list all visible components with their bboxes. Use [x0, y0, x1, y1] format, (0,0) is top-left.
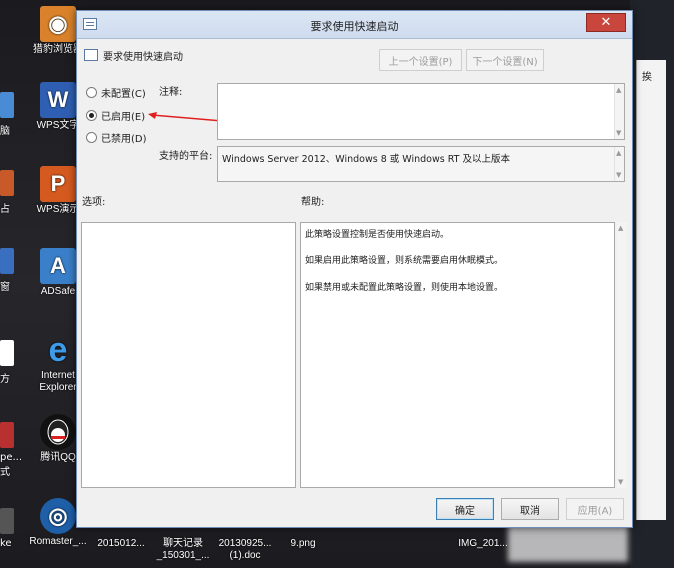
scroll-up-icon[interactable]: ▲	[616, 86, 621, 94]
desktop-file[interactable]: 2015012...	[86, 538, 156, 550]
radio-circle	[86, 87, 97, 98]
left-clipped-icon[interactable]: pe... 式	[0, 422, 22, 478]
radio-disabled[interactable]: 已禁用(D)	[86, 130, 147, 145]
policy-dialog: 要求使用快速启动 ✕ 要求使用快速启动 上一个设置(P) 下一个设置(N) 未配…	[76, 10, 633, 528]
comment-textbox[interactable]: ▲ ▼	[217, 83, 625, 140]
platform-label: 支持的平台:	[159, 151, 213, 162]
setting-icon	[84, 49, 98, 61]
setting-name: 要求使用快速启动	[103, 52, 183, 63]
scroll-down-icon[interactable]: ▼	[618, 478, 623, 486]
qq-icon	[40, 414, 76, 450]
title-bar[interactable]: 要求使用快速启动 ✕	[77, 11, 632, 39]
apply-button[interactable]: 应用(A)	[566, 498, 624, 520]
scroll-down-icon[interactable]: ▼	[616, 129, 621, 137]
help-text-line: 如果禁用或未配置此策略设置，则使用本地设置。	[305, 283, 504, 293]
options-label: 选项:	[82, 197, 106, 208]
internet-explorer-icon: e	[48, 331, 68, 369]
help-label: 帮助:	[301, 197, 325, 208]
ok-button[interactable]: 确定	[436, 498, 494, 520]
desktop-file[interactable]: 聊天记录_150301_...	[148, 538, 218, 562]
dialog-title: 要求使用快速启动	[310, 20, 399, 33]
desktop-file[interactable]: 9.png	[268, 538, 338, 550]
scroll-down-icon[interactable]: ▼	[616, 171, 621, 179]
background-window-edge: 挨	[630, 0, 674, 568]
wps-writer-icon: W	[40, 82, 76, 118]
help-pane: 此策略设置控制是否使用快速启动。 如果启用此策略设置，则系统需要启用休眠模式。 …	[300, 222, 615, 488]
wps-presentation-icon: P	[40, 166, 76, 202]
platform-textbox: Windows Server 2012、Windows 8 或 Windows …	[217, 146, 625, 182]
adsafe-icon: A	[40, 248, 76, 284]
scroll-up-icon[interactable]: ▲	[618, 224, 623, 232]
close-icon: ✕	[600, 15, 612, 30]
comment-scrollbar[interactable]: ▲ ▼	[614, 84, 624, 139]
left-clipped-icon[interactable]: 方	[0, 340, 22, 385]
radio-not-configured[interactable]: 未配置(C)	[86, 85, 146, 100]
radio-circle	[86, 132, 97, 143]
background-window-text: 挨	[642, 72, 652, 83]
radio-circle-selected	[86, 110, 97, 121]
left-clipped-icon[interactable]: 脑	[0, 92, 22, 137]
help-text-line: 此策略设置控制是否使用快速启动。	[305, 230, 450, 240]
scroll-up-icon[interactable]: ▲	[616, 149, 621, 157]
romaster-icon: ◎	[40, 498, 76, 534]
close-button[interactable]: ✕	[586, 13, 626, 32]
platform-scrollbar[interactable]: ▲ ▼	[614, 147, 624, 181]
help-scrollbar[interactable]: ▲ ▼	[617, 222, 627, 488]
next-setting-button[interactable]: 下一个设置(N)	[466, 49, 544, 71]
cancel-button[interactable]: 取消	[501, 498, 559, 520]
help-text-line: 如果启用此策略设置，则系统需要启用休眠模式。	[305, 256, 504, 266]
radio-enabled[interactable]: 已启用(E)	[86, 108, 145, 123]
left-clipped-icon[interactable]: ke	[0, 508, 22, 549]
left-clipped-icon[interactable]: 占	[0, 170, 22, 215]
left-clipped-icon[interactable]: 窗	[0, 248, 22, 293]
options-pane	[81, 222, 296, 488]
browser-icon: ◉	[40, 6, 76, 42]
previous-setting-button[interactable]: 上一个设置(P)	[379, 49, 462, 71]
comment-label: 注释:	[159, 87, 183, 98]
